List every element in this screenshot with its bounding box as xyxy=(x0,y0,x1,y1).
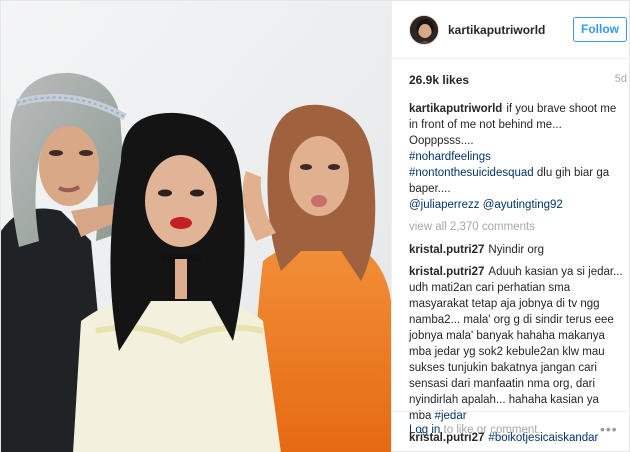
caption-text: dlu gih biar ga xyxy=(533,167,610,179)
caption-text: baper.... xyxy=(409,183,451,195)
mention-link[interactable]: @ayutingting92 xyxy=(483,199,563,211)
comment: kristal.putri27 Aduuh kasian ya si jedar.… xyxy=(409,264,625,424)
follow-button[interactable]: Follow xyxy=(573,17,627,42)
post-photo[interactable] xyxy=(1,1,391,452)
comment-text: nyindirlah apalah... hahaha kasian ya xyxy=(409,394,599,406)
comment-text: masyarakat tetap aja jobnya di tv ngg xyxy=(409,298,600,310)
photo-illustration xyxy=(1,1,391,452)
login-link[interactable]: Log in xyxy=(409,424,440,436)
avatar-image xyxy=(410,16,438,44)
comment-text: Nyindir org xyxy=(488,244,545,256)
comment-text: mba jedar yg sok2 kebule2an klw mau xyxy=(409,346,605,358)
likes-count[interactable]: 26.9k likes xyxy=(409,73,469,87)
instagram-post: kartikaputriworld Follow 26.9k likes 5d … xyxy=(0,0,630,452)
comment-text: sukses tunjukin bakatnya jangan cari xyxy=(409,362,597,374)
caption-text: Oopppsss.... xyxy=(409,135,474,147)
login-prompt-text: to like or comment. xyxy=(440,424,541,436)
post-sidebar: kartikaputriworld Follow 26.9k likes 5d … xyxy=(391,1,630,452)
hashtag-link[interactable]: #nontonthesuicidesquad xyxy=(409,167,534,179)
comment-text: udh mati2an cari perhatian sma xyxy=(409,282,571,294)
mention-link[interactable]: @juliaperrezz xyxy=(409,199,479,211)
caption-text: in front of me not behind me... xyxy=(409,119,562,131)
login-prompt: Log in to like or comment. xyxy=(409,424,541,436)
comment-text: Aduuh kasian ya si jedar... xyxy=(488,266,623,278)
comment-text: sensasi dari manfaatin nma org, dari xyxy=(409,378,596,390)
view-all-comments-link[interactable]: view all 2,370 comments xyxy=(409,219,625,235)
post-author-username[interactable]: kartikaputriworld xyxy=(448,23,545,37)
more-options-icon[interactable]: ••• xyxy=(600,421,618,437)
comment: kristal.putri27 Nyindir org xyxy=(409,242,625,258)
post-header: kartikaputriworld Follow xyxy=(392,1,630,59)
comment-username[interactable]: kristal.putri27 xyxy=(409,244,484,256)
post-footer: Log in to like or comment. ••• xyxy=(392,411,630,452)
comment-text: namba2... mala' org g di sindir terus ee… xyxy=(409,314,614,326)
avatar[interactable] xyxy=(409,15,439,45)
comments-section: kartikaputriworld if you brave shoot me i… xyxy=(409,101,625,452)
caption-text: if you brave shoot me xyxy=(506,103,617,115)
hashtag-link[interactable]: #nohardfeelings xyxy=(409,149,625,165)
post-stats: 26.9k likes 5d xyxy=(409,73,627,93)
post-age[interactable]: 5d xyxy=(615,73,627,85)
comment-username[interactable]: kristal.putri27 xyxy=(409,266,484,278)
caption: kartikaputriworld if you brave shoot me i… xyxy=(409,101,625,213)
caption-username[interactable]: kartikaputriworld xyxy=(409,103,502,115)
comment-text: jobnya mala' banyak hahaha makanya xyxy=(409,330,605,342)
